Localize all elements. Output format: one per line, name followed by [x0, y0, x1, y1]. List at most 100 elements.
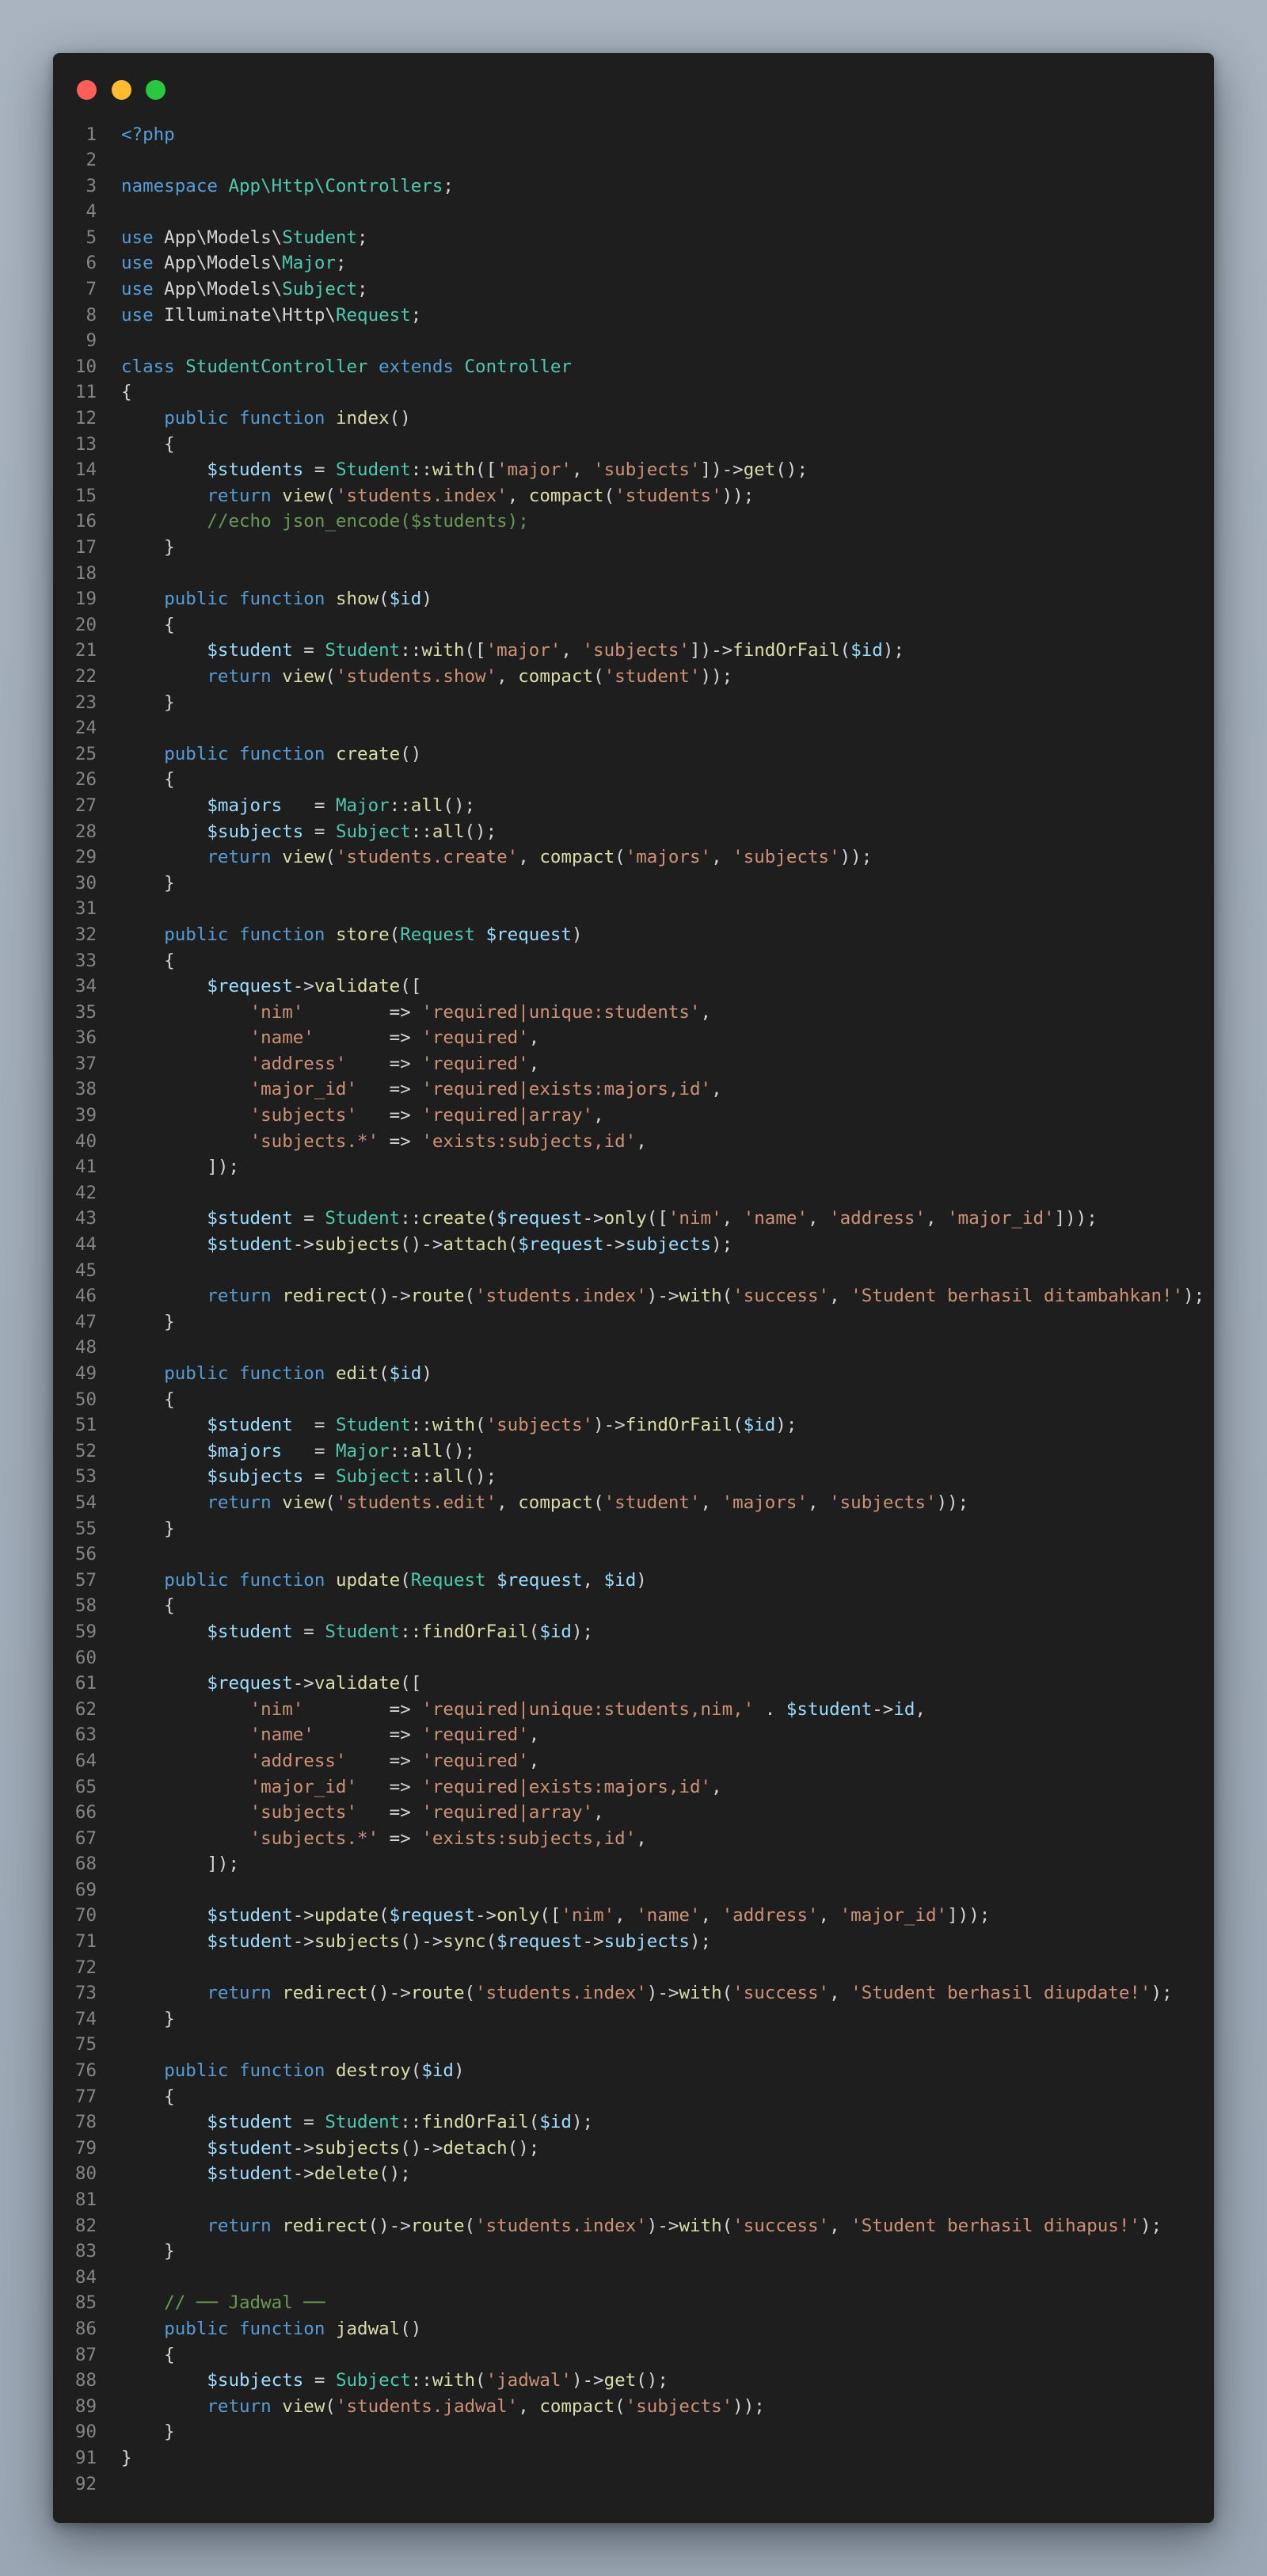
line-number: 64 — [74, 1750, 97, 1771]
line-number: 53 — [74, 1466, 97, 1488]
line-number: 61 — [74, 1673, 97, 1694]
close-window-button[interactable] — [77, 80, 97, 100]
line-number: 77 — [74, 2086, 97, 2107]
code-line: 16 //echo json_encode($students); — [53, 509, 1214, 535]
code-text: { — [121, 950, 175, 971]
line-number: 30 — [74, 872, 97, 894]
code-line: 44 $student->subjects()->attach($request… — [53, 1232, 1214, 1258]
code-text: $student->delete(); — [207, 2163, 411, 2185]
line-number: 48 — [74, 1337, 97, 1358]
code-text: 'address' => 'required', — [249, 1750, 540, 1771]
code-text: $subjects = Subject::all(); — [207, 821, 497, 842]
line-number: 85 — [74, 2292, 97, 2314]
line-number: 26 — [74, 769, 97, 791]
line-number: 71 — [74, 1931, 97, 1953]
code-text: //echo json_encode($students); — [207, 511, 529, 532]
line-number: 80 — [74, 2163, 97, 2185]
code-line: 73 return redirect()->route('students.in… — [53, 1980, 1214, 2006]
line-number: 92 — [74, 2473, 97, 2494]
line-number: 33 — [74, 950, 97, 971]
code-line: 56 — [53, 1541, 1214, 1568]
code-text: 'subjects' => 'required|array', — [249, 1802, 604, 1823]
code-text: $subjects = Subject::all(); — [207, 1466, 497, 1488]
code-line: 47 } — [53, 1309, 1214, 1336]
code-line: 46 return redirect()->route('students.in… — [53, 1283, 1214, 1309]
code-line: 36 'name' => 'required', — [53, 1025, 1214, 1051]
code-line: 75 — [53, 2032, 1214, 2058]
line-number: 5 — [86, 227, 97, 248]
code-line: 50 { — [53, 1387, 1214, 1413]
line-number: 10 — [74, 356, 97, 377]
line-number: 3 — [86, 175, 97, 196]
code-line: 1 <?php — [53, 122, 1214, 148]
code-text: { — [121, 2086, 175, 2107]
code-line: 54 return view('students.edit', compact(… — [53, 1490, 1214, 1516]
line-number: 17 — [74, 537, 97, 558]
line-number: 91 — [74, 2447, 97, 2468]
code-line: 90 } — [53, 2419, 1214, 2445]
code-text: } — [121, 1311, 175, 1332]
code-line: 91} — [53, 2445, 1214, 2471]
minimize-window-button[interactable] — [112, 80, 131, 100]
code-text: 'nim' => 'required|unique:students', — [249, 1001, 712, 1023]
code-line: 12 public function index() — [53, 406, 1214, 432]
code-text: $student->subjects()->attach($request->s… — [207, 1234, 733, 1256]
line-number: 82 — [74, 2215, 97, 2236]
code-line: 5 use App\Models\Student; — [53, 225, 1214, 251]
line-number: 20 — [74, 614, 97, 635]
line-number: 32 — [74, 924, 97, 945]
line-number: 83 — [74, 2241, 97, 2262]
code-text: use App\Models\Subject; — [121, 279, 368, 300]
code-text: <?php — [121, 124, 175, 145]
code-line: 30 } — [53, 871, 1214, 897]
code-line: 23 } — [53, 690, 1214, 716]
line-number: 89 — [74, 2395, 97, 2417]
code-line: 2 — [53, 147, 1214, 173]
code-line: 24 — [53, 715, 1214, 741]
code-text: public function edit($id) — [164, 1363, 432, 1384]
code-line: 80 $student->delete(); — [53, 2161, 1214, 2187]
line-number: 41 — [74, 1157, 97, 1178]
code-text: $request->validate([ — [207, 1673, 422, 1694]
line-number: 58 — [74, 1595, 97, 1617]
code-line: 71 $student->subjects()->sync($request->… — [53, 1929, 1214, 1955]
code-text: ]); — [121, 1157, 240, 1178]
line-number: 90 — [74, 2422, 97, 2443]
code-line: 64 'address' => 'required', — [53, 1748, 1214, 1774]
code-editor: 1 <?php 2 3 namespace App\Http\Controllers; 4… — [53, 122, 1214, 2498]
line-number: 65 — [74, 1776, 97, 1797]
code-line: 70 $student->update($request->only(['nim… — [53, 1903, 1214, 1929]
code-text: class StudentController extends Controll… — [121, 356, 572, 377]
line-number: 6 — [86, 253, 97, 274]
zoom-window-button[interactable] — [146, 80, 166, 100]
code-line: 83 } — [53, 2239, 1214, 2265]
code-text: $student = Student::findOrFail($id); — [207, 1621, 594, 1642]
code-line: 82 return redirect()->route('students.in… — [53, 2213, 1214, 2239]
code-text: public function index() — [164, 408, 411, 429]
line-number: 28 — [74, 821, 97, 842]
line-number: 21 — [74, 640, 97, 661]
line-number: 44 — [74, 1234, 97, 1256]
code-text: } — [121, 537, 175, 558]
code-text: } — [121, 2447, 132, 2468]
code-text: 'subjects.*' => 'exists:subjects,id', — [249, 1130, 647, 1152]
line-number: 60 — [74, 1647, 97, 1668]
code-text: { — [121, 769, 175, 791]
code-line: 6 use App\Models\Major; — [53, 250, 1214, 276]
line-number: 35 — [74, 1001, 97, 1023]
code-text: { — [121, 1595, 175, 1617]
code-text: namespace App\Http\Controllers; — [121, 175, 454, 196]
code-text: return view('students.index', compact('s… — [207, 485, 755, 506]
line-number: 78 — [74, 2112, 97, 2133]
code-line: 48 — [53, 1335, 1214, 1361]
line-number: 47 — [74, 1311, 97, 1332]
code-line: 39 'subjects' => 'required|array', — [53, 1103, 1214, 1129]
line-number: 72 — [74, 1957, 97, 1978]
line-number: 79 — [74, 2137, 97, 2159]
line-number: 46 — [74, 1286, 97, 1307]
code-text: 'major_id' => 'required|exists:majors,id… — [249, 1776, 722, 1797]
